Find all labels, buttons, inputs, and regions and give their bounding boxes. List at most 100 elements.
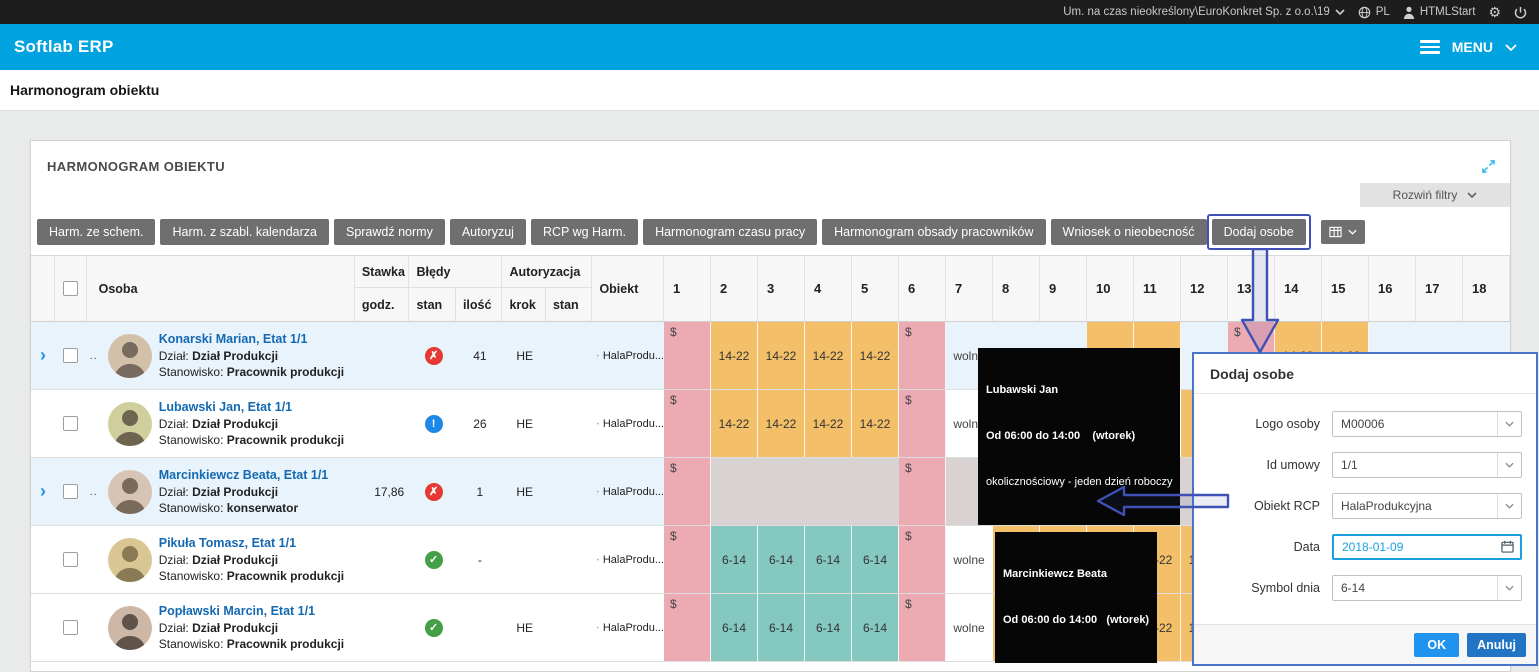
header-stawka[interactable]: Stawka godz. <box>354 256 410 321</box>
day-cell[interactable]: 6-14 <box>711 594 758 661</box>
cancel-button[interactable]: Anuluj <box>1467 632 1526 657</box>
day-cell[interactable]: 6-14 <box>758 594 805 661</box>
settings-button[interactable]: ⚙ <box>1488 4 1501 21</box>
header-autoryzacja-stan[interactable]: stan <box>546 288 591 321</box>
day-cell[interactable]: 14-22 <box>852 390 899 457</box>
day-cell[interactable] <box>758 458 805 525</box>
ok-button[interactable]: OK <box>1414 632 1460 657</box>
day-cell[interactable] <box>805 458 852 525</box>
header-bledy[interactable]: Błędy stan ilość <box>409 256 503 321</box>
person-name-link[interactable]: Popławski Marcin, Etat 1/1 <box>159 604 344 619</box>
toolbar-button[interactable]: Harmonogram czasu pracy <box>643 219 818 245</box>
day-cell[interactable]: 6-14 <box>758 526 805 593</box>
row-expander[interactable] <box>31 594 55 661</box>
row-expander[interactable]: › <box>31 458 55 525</box>
day-cell[interactable]: 6-14 <box>852 526 899 593</box>
day-column-header[interactable]: 16 <box>1369 256 1416 321</box>
calendar-icon[interactable] <box>1494 540 1520 553</box>
day-cell[interactable]: $ <box>899 458 946 525</box>
day-column-header[interactable]: 10 <box>1087 256 1134 321</box>
user-menu[interactable]: HTMLStart <box>1403 6 1475 19</box>
day-column-header[interactable]: 18 <box>1463 256 1510 321</box>
day-cell[interactable] <box>852 458 899 525</box>
select-all-checkbox[interactable] <box>62 281 78 296</box>
day-cell[interactable]: wolne <box>946 594 993 661</box>
day-column-header[interactable]: 14 <box>1275 256 1322 321</box>
person-name-link[interactable]: Lubawski Jan, Etat 1/1 <box>159 400 344 415</box>
toolbar-button[interactable]: Harm. z szabl. kalendarza <box>160 219 329 245</box>
header-osoba[interactable]: Osoba <box>87 256 355 321</box>
header-obiekt[interactable]: Obiekt <box>592 256 664 321</box>
id-umowy-select[interactable]: 1/1 <box>1332 451 1522 478</box>
day-cell[interactable]: $ <box>899 526 946 593</box>
context-selector[interactable]: Um. na czas nieokreślony\EuroKonkret Sp.… <box>1063 6 1345 18</box>
header-bledy-ilosc[interactable]: ilość <box>456 288 502 321</box>
day-column-header[interactable]: 1 <box>664 256 711 321</box>
row-expander[interactable]: › <box>31 322 55 389</box>
chevron-down-icon[interactable] <box>1497 411 1521 436</box>
row-expander[interactable] <box>31 526 55 593</box>
fullscreen-expand-icon[interactable] <box>1481 159 1496 179</box>
day-column-header[interactable]: 15 <box>1322 256 1369 321</box>
day-column-header[interactable]: 3 <box>758 256 805 321</box>
day-column-header[interactable]: 2 <box>711 256 758 321</box>
header-bledy-stan[interactable]: stan <box>409 288 456 321</box>
row-expander[interactable] <box>31 390 55 457</box>
day-cell[interactable]: $ <box>664 322 711 389</box>
day-cell[interactable]: 14-22 <box>852 322 899 389</box>
expand-filters-button[interactable]: Rozwiń filtry <box>1360 183 1510 207</box>
toolbar-button[interactable]: Harmonogram obsady pracowników <box>822 219 1046 245</box>
chevron-down-icon[interactable] <box>1497 452 1521 477</box>
person-name-link[interactable]: Pikuła Tomasz, Etat 1/1 <box>159 536 344 551</box>
day-column-header[interactable]: 8 <box>993 256 1040 321</box>
chevron-down-icon[interactable] <box>1497 493 1521 518</box>
day-cell[interactable]: 6-14 <box>852 594 899 661</box>
person-name-link[interactable]: Konarski Marian, Etat 1/1 <box>159 332 344 347</box>
data-date-input[interactable]: 2018-01-09 <box>1332 533 1522 560</box>
toolbar-button[interactable]: RCP wg Harm. <box>530 219 639 245</box>
person-name-link[interactable]: Marcinkiewcz Beata, Etat 1/1 <box>159 468 329 483</box>
day-cell[interactable]: 14-22 <box>758 322 805 389</box>
header-autoryzacja-krok[interactable]: krok <box>502 288 546 321</box>
toolbar-button[interactable]: Harm. ze schem. <box>37 219 156 245</box>
column-settings-button[interactable] <box>1320 220 1365 244</box>
day-column-header[interactable]: 5 <box>852 256 899 321</box>
row-checkbox[interactable] <box>63 620 79 635</box>
toolbar-button[interactable]: Autoryzuj <box>449 219 526 245</box>
day-column-header[interactable]: 12 <box>1181 256 1228 321</box>
day-cell[interactable] <box>711 458 758 525</box>
day-cell[interactable]: wolne <box>946 526 993 593</box>
day-cell[interactable]: 14-22 <box>711 390 758 457</box>
day-column-header[interactable]: 4 <box>805 256 852 321</box>
day-column-header[interactable]: 9 <box>1040 256 1087 321</box>
day-cell[interactable]: $ <box>664 526 711 593</box>
day-cell[interactable]: 6-14 <box>805 526 852 593</box>
header-autoryzacja[interactable]: Autoryzacja krok stan <box>502 256 593 321</box>
language-selector[interactable]: PL <box>1358 6 1390 19</box>
day-cell[interactable]: $ <box>664 458 711 525</box>
obiekt-rcp-select[interactable]: HalaProdukcyjna <box>1332 492 1522 519</box>
day-column-header[interactable]: 17 <box>1416 256 1463 321</box>
day-cell[interactable]: 14-22 <box>805 322 852 389</box>
day-cell[interactable]: $ <box>664 594 711 661</box>
main-menu-button[interactable]: MENU <box>1419 39 1517 55</box>
day-column-header[interactable]: 7 <box>946 256 993 321</box>
day-column-header[interactable]: 11 <box>1134 256 1181 321</box>
day-cell[interactable]: 6-14 <box>711 526 758 593</box>
toolbar-button[interactable]: Dodaj osobe <box>1206 214 1311 250</box>
chevron-down-icon[interactable] <box>1497 575 1521 600</box>
logo-osoby-select[interactable]: M00006 <box>1332 410 1522 437</box>
day-cell[interactable]: 14-22 <box>711 322 758 389</box>
logout-button[interactable] <box>1514 6 1527 19</box>
day-cell[interactable]: $ <box>899 390 946 457</box>
toolbar-button[interactable]: Wniosek o nieobecność <box>1050 219 1207 245</box>
row-checkbox[interactable] <box>63 484 79 499</box>
day-cell[interactable]: 14-22 <box>805 390 852 457</box>
toolbar-button[interactable]: Sprawdź normy <box>333 219 445 245</box>
row-checkbox[interactable] <box>63 348 79 363</box>
day-cell[interactable]: $ <box>664 390 711 457</box>
day-column-header[interactable]: 6 <box>899 256 946 321</box>
day-cell[interactable]: 6-14 <box>805 594 852 661</box>
row-checkbox[interactable] <box>63 416 79 431</box>
day-cell[interactable]: 14-22 <box>758 390 805 457</box>
